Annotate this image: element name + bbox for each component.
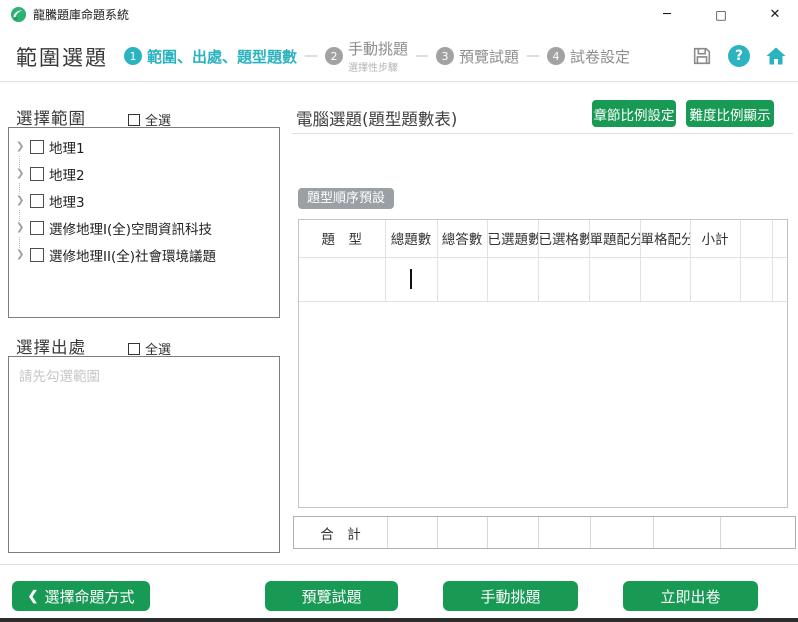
cell-empty-2 xyxy=(771,256,787,302)
question-order-preset-badge[interactable]: 題型順序預設 xyxy=(298,188,395,209)
chevron-right-icon[interactable]: ❯ xyxy=(16,168,30,194)
wizard-steps: 1 範圍、出處、題型題數 — 2 手動挑題 選擇性步驟 — 3 預覽試題 — 4… xyxy=(124,30,630,82)
help-icon[interactable]: ? xyxy=(727,44,751,68)
col-empty-1 xyxy=(739,220,773,258)
cell-empty-1 xyxy=(739,256,773,302)
source-placeholder: 請先勾選範圍 xyxy=(19,369,100,385)
col-question-type: 題 型 xyxy=(299,220,386,258)
source-list: 請先勾選範圍 xyxy=(8,356,280,553)
col-total-answers: 總答數 xyxy=(436,220,488,258)
step-separator: — xyxy=(526,48,541,64)
app-logo-icon xyxy=(10,6,27,23)
step-2-manual-pick: 2 手動挑題 選擇性步驟 xyxy=(325,38,408,74)
step-1-range: 1 範圍、出處、題型題數 xyxy=(124,46,297,67)
step-2-badge: 2 xyxy=(325,47,344,65)
background-window-edge xyxy=(0,618,798,622)
tree-checkbox[interactable] xyxy=(30,247,44,262)
tree-item-geo3[interactable]: ❯ 地理3 xyxy=(9,187,279,221)
cell-subtotal[interactable] xyxy=(689,256,741,302)
step-3-badge: 3 xyxy=(436,47,455,65)
range-select-all-checkbox[interactable] xyxy=(128,113,140,126)
tree-item-elective1[interactable]: ❯ 選修地理I(全)空間資訊科技 xyxy=(9,214,279,248)
tree-item-geo1[interactable]: ❯ 地理1 xyxy=(9,133,279,167)
total-label: 合 計 xyxy=(294,517,388,548)
tree-item-elective2[interactable]: ❯ 選修地理II(全)社會環境議題 xyxy=(9,241,279,268)
table-header-row: 題 型 總題數 總答數 已選題數 已選格數 單題配分 單格配分 小計 xyxy=(299,220,787,258)
cell-points-per-question[interactable] xyxy=(588,256,641,302)
chapter-ratio-button[interactable]: 章節比例設定 xyxy=(592,100,676,127)
total-value xyxy=(721,517,795,548)
minimize-button[interactable]: ─ xyxy=(650,0,684,30)
window-title: 龍騰題庫命題系統 xyxy=(33,8,130,22)
col-selected-questions: 已選題數 xyxy=(486,220,539,258)
total-value xyxy=(539,517,591,548)
difficulty-ratio-button[interactable]: 難度比例顯示 xyxy=(686,100,774,127)
footer-divider xyxy=(0,564,798,565)
col-points-per-blank: 單格配分 xyxy=(639,220,691,258)
computer-selection-title: 電腦選題(題型題數表) xyxy=(296,110,458,129)
range-tree: ❯ 地理1 ❯ 地理2 ❯ 地理3 ❯ 選修地理I(全)空間資訊科技 ❯ 選修地… xyxy=(8,127,280,318)
tree-checkbox[interactable] xyxy=(30,166,44,181)
col-selected-blanks: 已選格數 xyxy=(537,220,590,258)
right-panel-divider xyxy=(292,133,793,134)
page-title: 範圍選題 xyxy=(16,46,108,70)
preview-questions-button[interactable]: 預覽試題 xyxy=(265,581,398,611)
maximize-button[interactable]: □ xyxy=(704,0,738,30)
step-4-badge: 4 xyxy=(547,47,566,65)
tree-checkbox[interactable] xyxy=(30,193,44,208)
col-subtotal: 小計 xyxy=(689,220,741,258)
chevron-right-icon[interactable]: ❯ xyxy=(16,195,30,221)
total-value xyxy=(654,517,721,548)
total-value xyxy=(488,517,539,548)
total-value xyxy=(438,517,488,548)
step-separator: — xyxy=(304,48,319,64)
back-to-method-button[interactable]: ❮ 選擇命題方式 xyxy=(12,581,150,611)
text-cursor xyxy=(410,269,412,289)
chevron-right-icon[interactable]: ❯ xyxy=(16,222,30,248)
header: 範圍選題 1 範圍、出處、題型題數 — 2 手動挑題 選擇性步驟 — 3 預覽試… xyxy=(0,30,798,82)
save-icon[interactable] xyxy=(690,44,714,68)
titlebar: 龍騰題庫命題系統 ─ □ ✕ xyxy=(0,0,798,30)
step-3-preview: 3 預覽試題 xyxy=(436,46,519,67)
tree-item-geo2[interactable]: ❯ 地理2 xyxy=(9,160,279,194)
cell-selected-questions[interactable] xyxy=(486,256,539,302)
cell-question-type[interactable] xyxy=(299,256,386,302)
chevron-left-icon: ❮ xyxy=(27,588,39,603)
chevron-right-icon[interactable]: ❯ xyxy=(16,141,30,167)
tree-checkbox[interactable] xyxy=(30,139,44,154)
close-button[interactable]: ✕ xyxy=(758,0,792,30)
cell-selected-blanks[interactable] xyxy=(537,256,590,302)
col-points-per-question: 單題配分 xyxy=(588,220,641,258)
total-value xyxy=(591,517,654,548)
total-row: 合 計 xyxy=(293,516,796,549)
question-type-table: 題 型 總題數 總答數 已選題數 已選格數 單題配分 單格配分 小計 xyxy=(298,219,788,508)
tree-checkbox[interactable] xyxy=(30,220,44,235)
generate-paper-button[interactable]: 立即出卷 xyxy=(623,581,758,611)
home-icon[interactable] xyxy=(764,44,788,68)
range-section-title: 選擇範圍 xyxy=(16,109,86,128)
step-4-paper-settings: 4 試卷設定 xyxy=(547,46,630,67)
cell-total-questions-focused[interactable] xyxy=(384,256,438,302)
col-total-questions: 總題數 xyxy=(384,220,438,258)
header-icons: ? xyxy=(690,30,788,82)
total-value xyxy=(388,517,438,548)
col-empty-2 xyxy=(771,220,787,258)
step-separator: — xyxy=(415,48,430,64)
source-section-title: 選擇出處 xyxy=(16,338,86,357)
step-1-badge: 1 xyxy=(124,47,142,65)
source-select-all-checkbox[interactable] xyxy=(128,342,140,355)
chevron-right-icon[interactable]: ❯ xyxy=(16,249,30,260)
manual-pick-button[interactable]: 手動挑題 xyxy=(443,581,578,611)
cell-points-per-blank[interactable] xyxy=(639,256,691,302)
app-window: 龍騰題庫命題系統 ─ □ ✕ 範圍選題 1 範圍、出處、題型題數 — 2 手動挑… xyxy=(0,0,798,622)
cell-total-answers[interactable] xyxy=(436,256,488,302)
table-data-row xyxy=(299,256,787,302)
